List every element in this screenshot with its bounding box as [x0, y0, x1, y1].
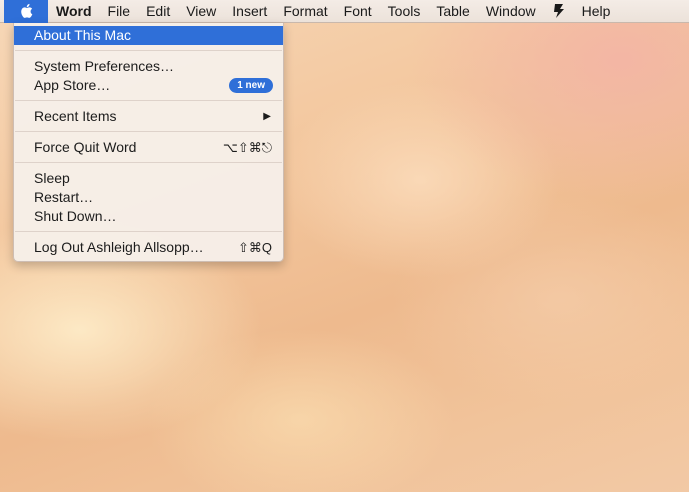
- menu-item-label: Restart…: [34, 189, 94, 205]
- menubar-file[interactable]: File: [100, 0, 139, 23]
- submenu-arrow-icon: ▶: [263, 111, 271, 122]
- menu-item-label: Sleep: [34, 170, 70, 186]
- menu-separator: [15, 162, 282, 163]
- menu-item-app-store[interactable]: App Store… 1 new: [14, 76, 283, 95]
- menubar-tools[interactable]: Tools: [380, 0, 429, 23]
- menu-separator: [15, 50, 282, 51]
- menu-item-system-preferences[interactable]: System Preferences…: [14, 57, 283, 76]
- menubar-view[interactable]: View: [178, 0, 224, 23]
- menu-item-label: Recent Items: [34, 108, 117, 124]
- menu-item-log-out[interactable]: Log Out Ashleigh Allsopp… ⇧⌘Q: [14, 238, 283, 257]
- force-quit-shortcut: ⌥⇧⌘⎋: [222, 140, 272, 155]
- menu-separator: [15, 100, 282, 101]
- menu-item-recent-items[interactable]: Recent Items ▶: [14, 107, 283, 126]
- apple-menu-button[interactable]: [4, 0, 48, 23]
- menubar-help[interactable]: Help: [574, 0, 619, 23]
- menu-item-restart[interactable]: Restart…: [14, 188, 283, 207]
- menubar-app-word[interactable]: Word: [48, 0, 100, 23]
- menubar-insert[interactable]: Insert: [224, 0, 275, 23]
- menubar-format[interactable]: Format: [275, 0, 335, 23]
- menu-item-label: App Store…: [34, 77, 111, 93]
- menubar-window[interactable]: Window: [478, 0, 544, 23]
- menu-item-shut-down[interactable]: Shut Down…: [14, 207, 283, 226]
- menu-item-label: Log Out Ashleigh Allsopp…: [34, 239, 204, 255]
- menubar-table[interactable]: Table: [428, 0, 477, 23]
- menu-item-label: Force Quit Word: [34, 139, 137, 155]
- menu-item-sleep[interactable]: Sleep: [14, 169, 283, 188]
- menu-item-label: System Preferences…: [34, 58, 175, 74]
- log-out-shortcut: ⇧⌘Q: [237, 240, 272, 255]
- menu-item-force-quit[interactable]: Force Quit Word ⌥⇧⌘⎋: [14, 138, 283, 157]
- menubar-edit[interactable]: Edit: [138, 0, 178, 23]
- apple-logo-icon: [21, 3, 33, 18]
- app-store-update-badge: 1 new: [229, 78, 273, 93]
- menu-separator: [15, 231, 282, 232]
- menu-separator: [15, 131, 282, 132]
- script-menu-icon[interactable]: [544, 0, 574, 23]
- menu-item-about-this-mac[interactable]: About This Mac: [14, 26, 283, 45]
- scroll-script-icon: [553, 4, 564, 18]
- menu-bar: Word File Edit View Insert Format Font T…: [0, 0, 689, 23]
- menubar-font[interactable]: Font: [336, 0, 380, 23]
- menu-item-label: Shut Down…: [34, 208, 117, 224]
- menu-item-label: About This Mac: [34, 27, 132, 43]
- apple-menu-dropdown: About This Mac System Preferences… App S…: [13, 23, 284, 262]
